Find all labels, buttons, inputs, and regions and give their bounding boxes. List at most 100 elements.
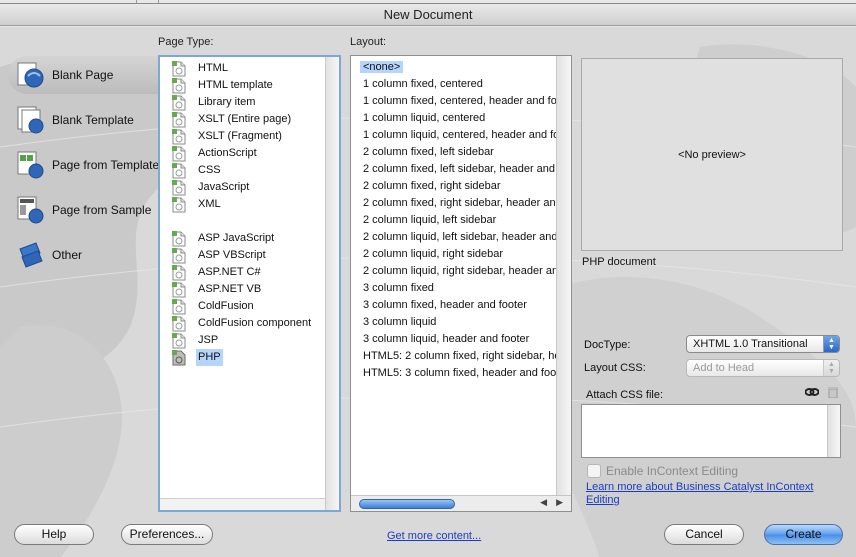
page-type-item[interactable]: ASP.NET C# [160,264,263,281]
trash-icon[interactable] [827,386,839,399]
category-blank-page[interactable]: Blank Page [8,56,160,94]
layout-item[interactable]: 2 column liquid, left sidebar [351,212,557,229]
category-blank-template[interactable]: Blank Template [8,101,160,139]
category-page-from-sample[interactable]: Page from Sample [8,191,160,229]
blank-template-icon [17,106,44,134]
category-label: Other [52,248,83,262]
layout-item-text: 2 column fixed, left sidebar, header and… [363,163,557,175]
page-type-item[interactable]: PHP [160,349,223,366]
layout-item-text: 3 column fixed, header and footer [363,299,527,311]
layout-item[interactable]: 2 column fixed, left sidebar, header and… [351,161,557,178]
preferences-button[interactable]: Preferences... [121,524,213,545]
layout-item[interactable]: 3 column fixed, header and footer [351,297,557,314]
page-type-label-text: HTML template [198,79,273,91]
page-type-item[interactable]: CSS [160,162,223,179]
page-type-item[interactable]: XML [160,196,223,213]
page-type-hscroll[interactable] [160,498,325,510]
page-type-item[interactable]: HTML [160,60,230,77]
incontext-learn-more-link[interactable]: Learn more about Business Catalyst InCon… [586,481,841,507]
layout-hscroll-thumb[interactable] [359,499,455,509]
page-type-item[interactable]: ColdFusion component [160,315,313,332]
layout-item[interactable]: 1 column fixed, centered [351,76,557,93]
layout-item[interactable]: 2 column liquid, right sidebar, header a… [351,263,557,280]
layout-scrollbar[interactable] [556,56,571,511]
layout-item-text: 1 column liquid, centered, header and fo… [363,129,557,141]
page-type-label-text: XSLT (Entire page) [198,113,292,125]
category-page-from-template[interactable]: Page from Template [8,146,160,184]
document-icon [172,332,186,349]
layout-css-value: Add to Head [693,362,755,374]
document-icon [172,196,186,213]
page-type-label-text: ASP.NET C# [198,266,261,278]
page-type-item[interactable]: HTML template [160,77,275,94]
page-type-list[interactable]: HTML HTML template Library item XSLT (Entir… [158,55,341,512]
page-type-item[interactable]: XSLT (Entire page) [160,111,293,128]
layout-item-text: 2 column liquid, left sidebar [363,214,497,226]
layout-item[interactable]: 2 column liquid, left sidebar, header an… [351,229,557,246]
page-type-item[interactable]: XSLT (Fragment) [160,128,284,145]
page-type-item[interactable]: JavaScript [160,179,251,196]
page-type-item[interactable]: ASP VBScript [160,247,268,264]
layout-label: Layout: [350,36,387,48]
page-from-template-icon [17,151,44,179]
document-icon [172,60,186,77]
get-more-content-link[interactable]: Get more content... [387,530,481,542]
blank-page-icon [17,62,44,88]
page-type-label-text: XSLT (Fragment) [198,130,282,142]
layout-item[interactable]: 1 column liquid, centered, header and fo… [351,127,557,144]
layout-item[interactable]: 2 column fixed, left sidebar [351,144,557,161]
category-label: Blank Page [52,68,114,82]
layout-item[interactable]: 1 column liquid, centered [351,110,557,127]
layout-item[interactable]: 2 column fixed, right sidebar, header an… [351,195,557,212]
category-other[interactable]: Other [8,236,160,274]
page-type-item[interactable]: ColdFusion [160,298,256,315]
page-type-item[interactable]: ASP.NET VB [160,281,263,298]
other-icon [19,242,43,268]
doctype-value: XHTML 1.0 Transitional [693,338,808,350]
category-label: Page from Sample [52,203,152,217]
document-icon [172,162,186,179]
document-icon [172,94,186,111]
layout-item-text: 2 column fixed, right sidebar, header an… [363,197,557,209]
help-button[interactable]: Help [14,524,94,545]
category-label: Blank Template [52,113,134,127]
page-type-item[interactable]: Library item [160,94,257,111]
page-type-item[interactable]: ActionScript [160,145,259,162]
layout-item[interactable]: 1 column fixed, centered, header and foo… [351,93,557,110]
page-type-scrollbar[interactable] [325,57,339,510]
scroll-left-icon[interactable]: ◀ [540,497,547,508]
layout-hscroll[interactable]: ◀ ▶ [351,495,571,511]
cancel-button[interactable]: Cancel [664,524,744,545]
layout-item[interactable]: 3 column fixed [351,280,557,297]
attach-css-scrollbar[interactable] [827,405,840,457]
layout-item-text: 2 column liquid, right sidebar [363,248,504,260]
doctype-select[interactable]: XHTML 1.0 Transitional ▲ ▼ [686,335,840,353]
document-icon [172,315,186,332]
layout-list[interactable]: <none> 1 column fixed, centered 1 column f… [350,55,572,512]
page-type-item[interactable]: ASP JavaScript [160,230,276,247]
page-type-label-text: JavaScript [198,181,250,193]
attach-css-list[interactable] [581,404,841,458]
incontext-label: Enable InContext Editing [606,464,739,478]
scroll-right-icon[interactable]: ▶ [556,497,563,508]
document-icon [172,247,186,264]
layout-item[interactable]: 3 column liquid [351,314,557,331]
page-type-label-text: ASP VBScript [198,249,266,261]
layout-item[interactable]: HTML5: 2 column fixed, right sidebar, he… [351,348,557,365]
link-icon[interactable] [804,386,820,398]
page-type-label-text: ActionScript [198,147,257,159]
layout-item[interactable]: <none> [351,59,557,76]
layout-item[interactable]: 2 column fixed, right sidebar [351,178,557,195]
create-button[interactable]: Create [764,524,843,545]
page-type-label-text: XML [198,198,221,210]
attach-css-label: Attach CSS file: [586,389,664,401]
layout-item[interactable]: HTML5: 3 column fixed, header and footer [351,365,557,382]
page-type-label-text: ASP JavaScript [198,232,275,244]
incontext-checkbox[interactable] [587,464,601,478]
select-arrows-icon: ▲ ▼ [823,336,839,352]
layout-item[interactable]: 2 column liquid, right sidebar [351,246,557,263]
layout-item-text: <none> [360,61,404,73]
layout-css-select[interactable]: Add to Head ▲ ▼ [686,359,840,377]
page-type-item[interactable]: JSP [160,332,220,349]
layout-item[interactable]: 3 column liquid, header and footer [351,331,557,348]
